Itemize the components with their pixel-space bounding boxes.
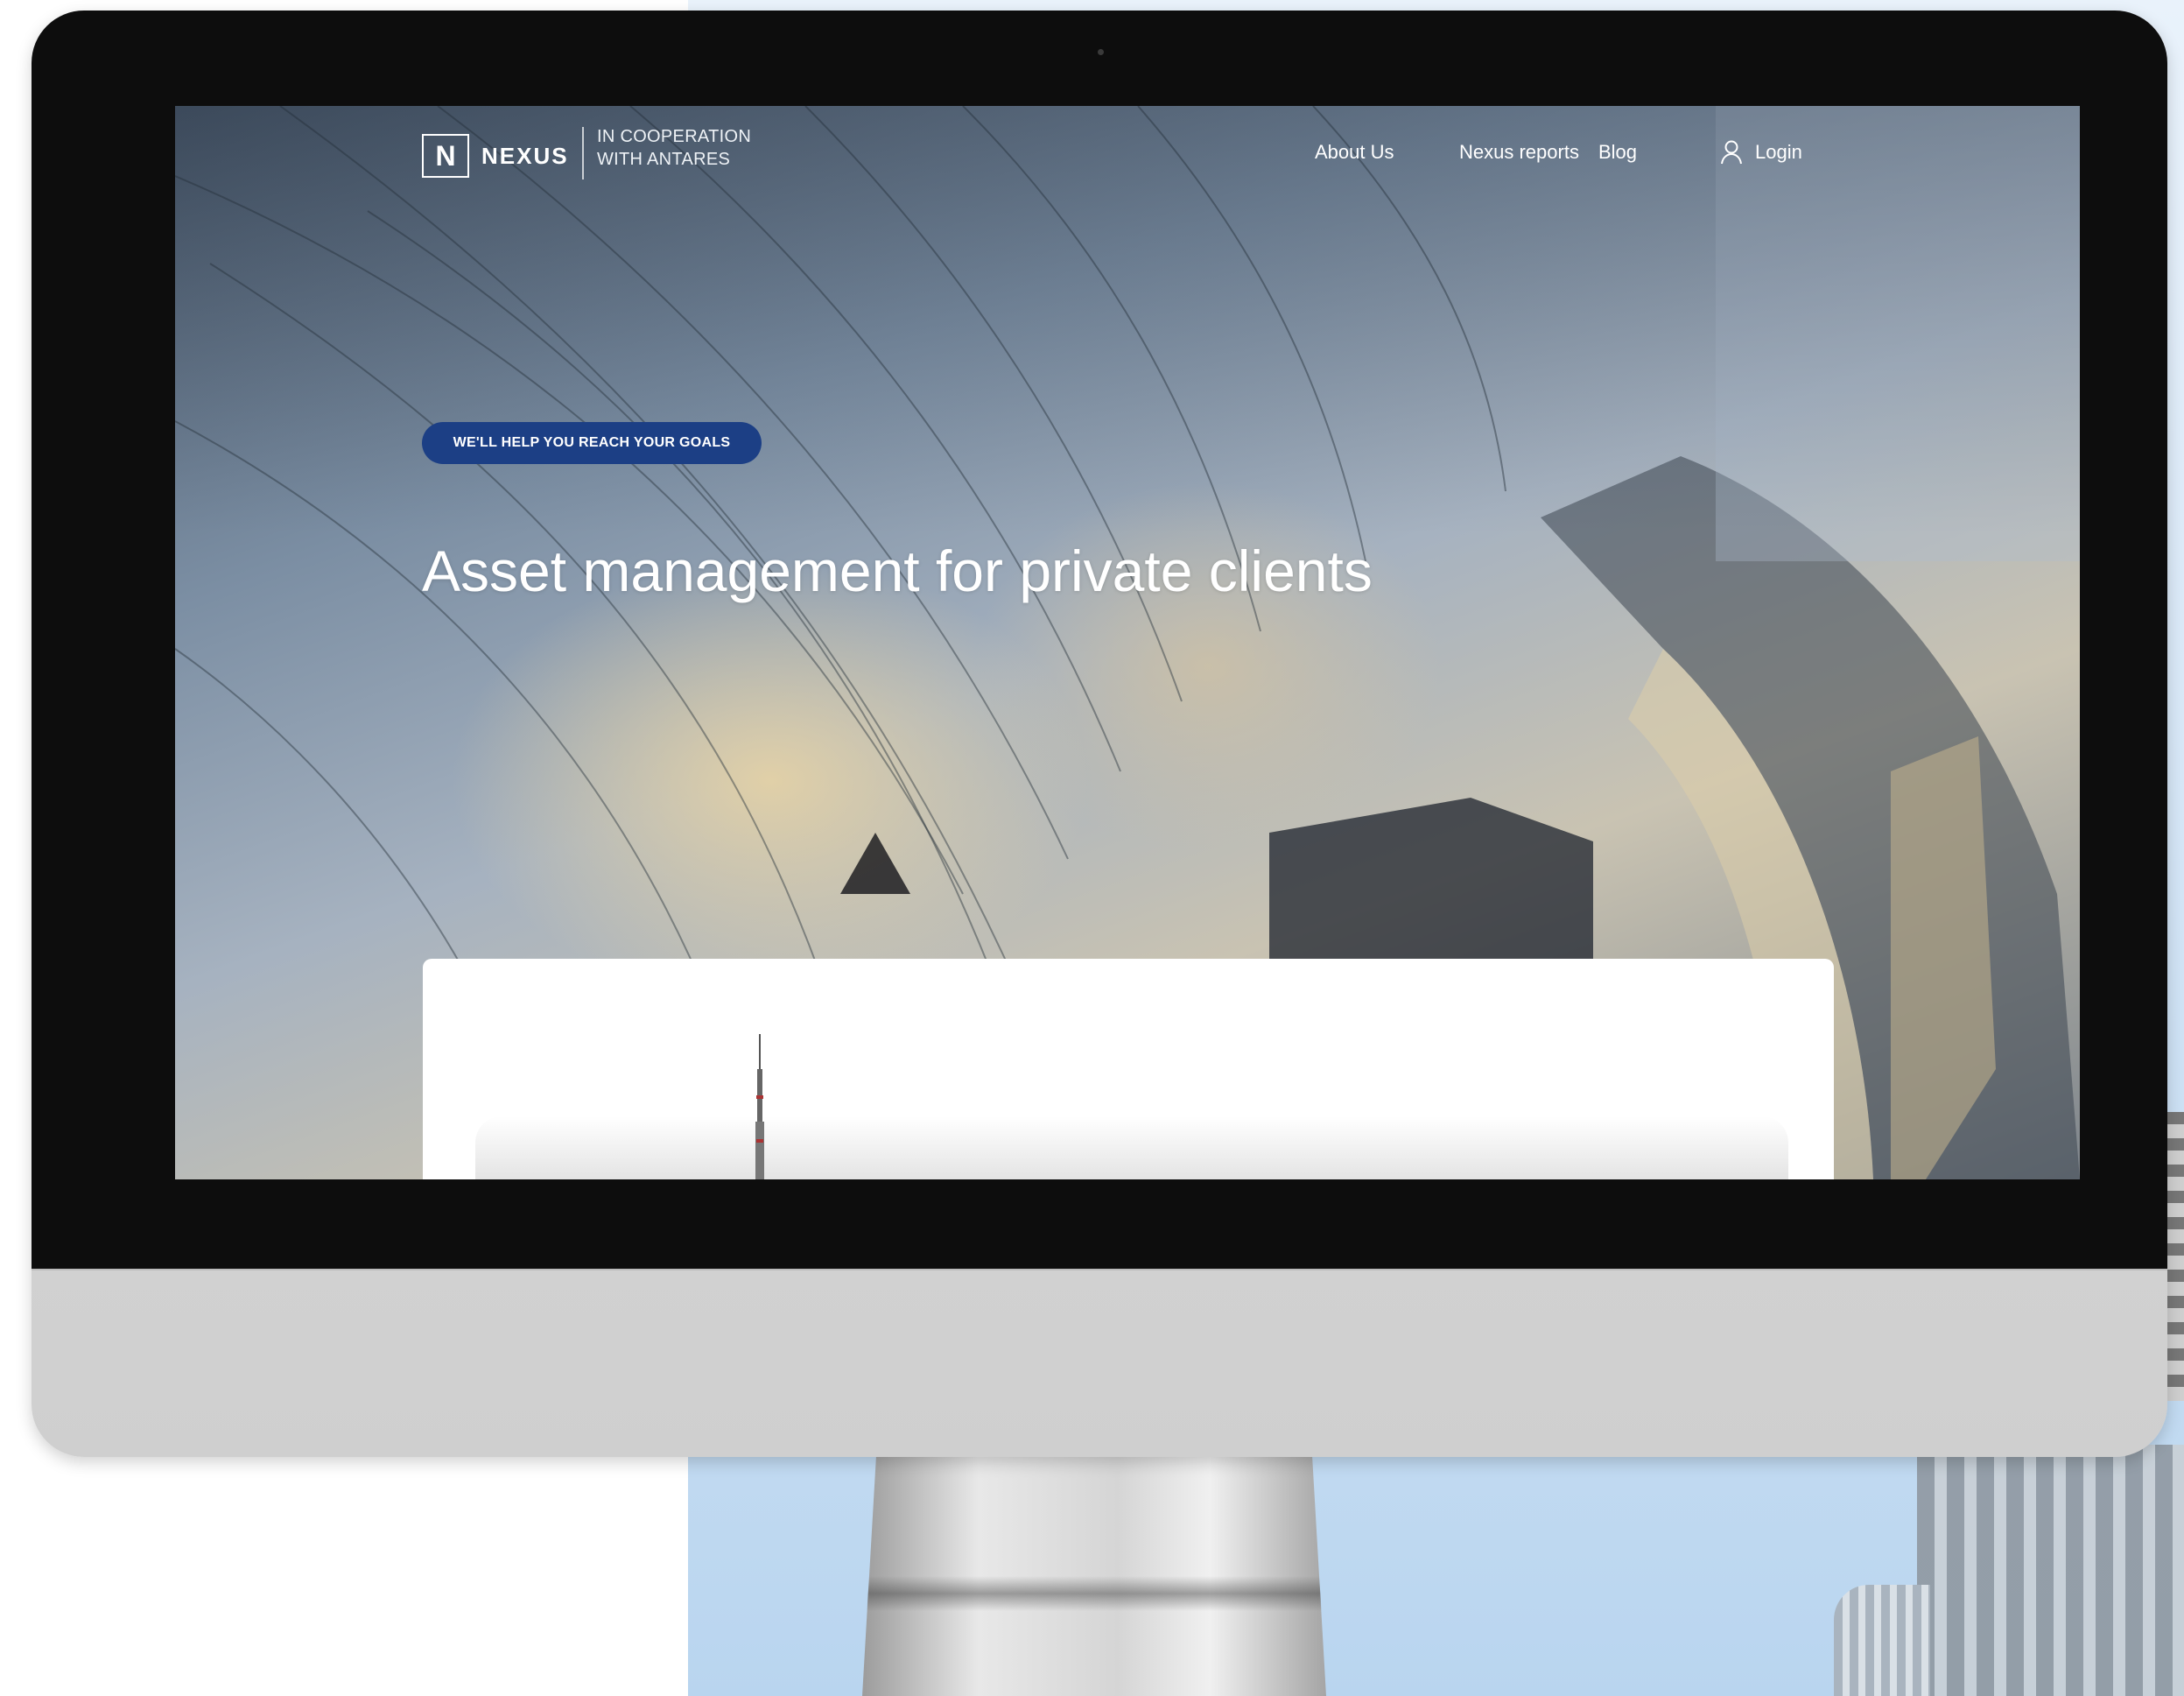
user-icon[interactable] [1719,139,1744,165]
login-link[interactable]: Login [1755,140,1802,165]
hero-title: Asset management for private clients [422,538,1373,603]
card-image-shadow [475,1116,1788,1179]
logo-divider [582,127,584,179]
background-tower [1834,1585,1930,1696]
cooperation-line-1: IN COOPERATION [597,127,752,146]
monitor-chin-edge [32,1269,2167,1270]
cooperation-text: IN COOPERATION WITH ANTARES [597,125,763,171]
background-skyscraper [1917,1445,2184,1696]
monitor: N NEXUS IN COOPERATION WITH ANTARES Abou… [32,11,2167,1457]
logo-mark[interactable]: N [422,134,469,178]
goals-badge: WE'LL HELP YOU REACH YOUR GOALS [422,422,762,464]
brand-name[interactable]: NEXUS [481,137,569,174]
nav-about-us[interactable]: About Us [1315,140,1394,165]
tv-tower-image [755,1034,764,1179]
monitor-stand-shadow [867,1576,1322,1611]
camera-dot [1098,49,1104,55]
nav-blog[interactable]: Blog [1598,140,1637,165]
website-screen: N NEXUS IN COOPERATION WITH ANTARES Abou… [175,106,2080,1179]
nav-nexus-reports[interactable]: Nexus reports [1459,140,1579,165]
content-card [423,959,1834,1179]
monitor-bezel: N NEXUS IN COOPERATION WITH ANTARES Abou… [32,11,2167,1269]
cooperation-line-2: WITH ANTARES [597,150,731,169]
